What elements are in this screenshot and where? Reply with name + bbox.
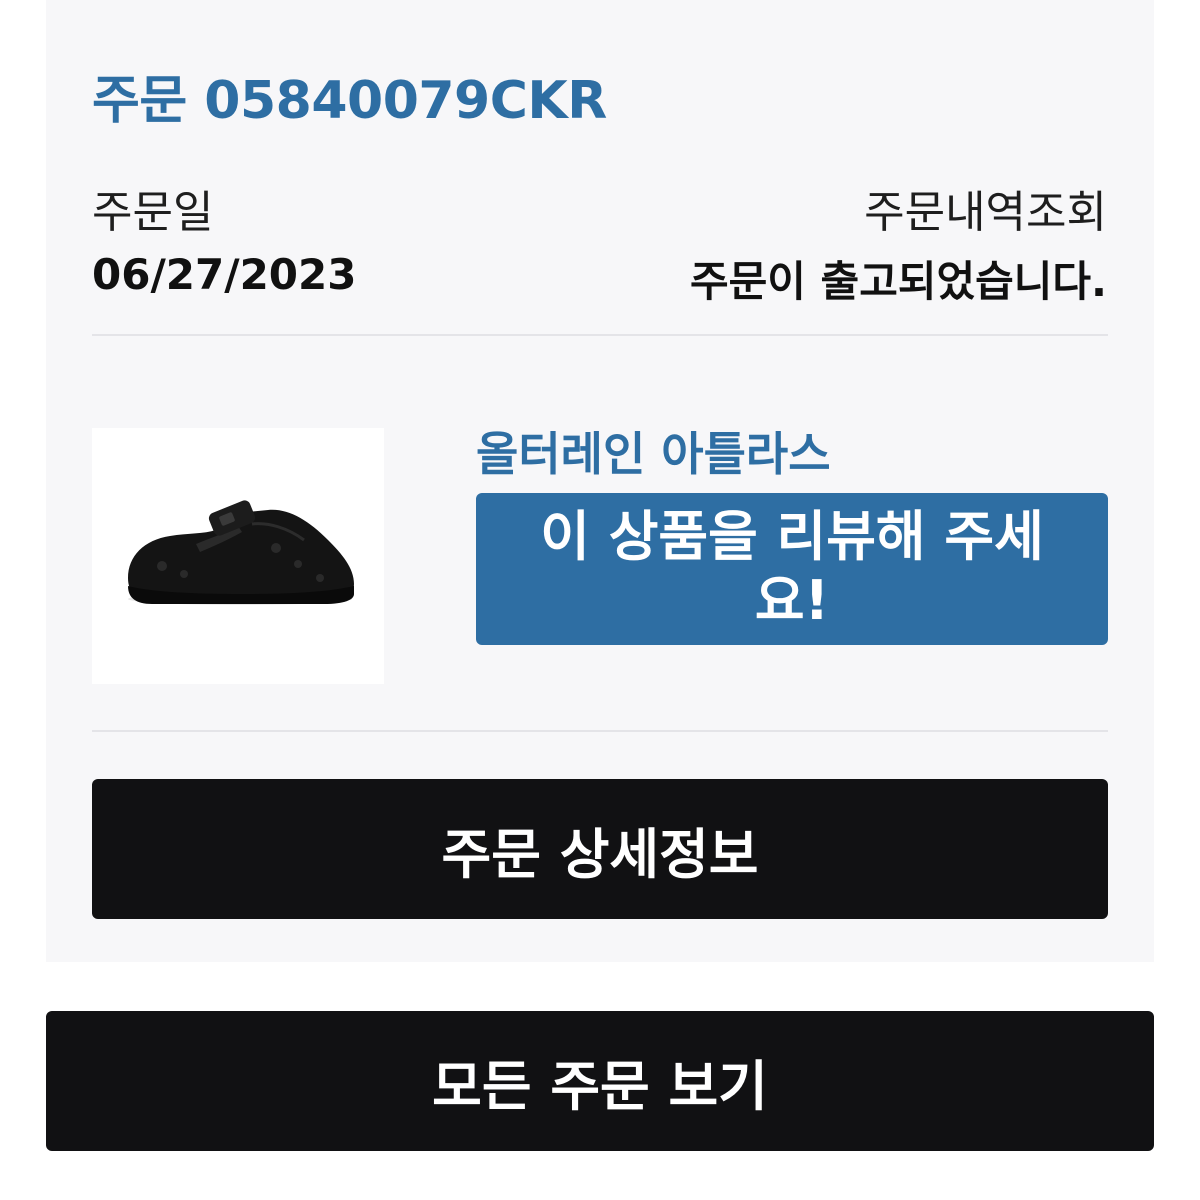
review-product-button[interactable]: 이 상품을 리뷰해 주세요!	[476, 493, 1108, 645]
view-all-orders-button[interactable]: 모든 주문 보기	[46, 1011, 1154, 1151]
order-status-value: 주문이 출고되었습니다.	[690, 257, 1107, 306]
order-number-title: 주문 05840079CKR	[92, 71, 607, 131]
product-name-link[interactable]: 올터레인 아틀라스	[476, 418, 831, 484]
order-page: 주문 05840079CKR 주문일 주문내역조회 06/27/2023 주문이…	[0, 0, 1200, 1200]
clog-shoe-image	[128, 500, 354, 605]
product-image[interactable]	[92, 428, 384, 684]
order-status-label: 주문내역조회	[864, 187, 1107, 238]
order-date-label: 주문일	[92, 187, 214, 238]
divider	[92, 730, 1108, 732]
order-date-value: 06/27/2023	[92, 250, 357, 299]
divider	[92, 334, 1108, 336]
order-detail-button[interactable]: 주문 상세정보	[92, 779, 1108, 919]
